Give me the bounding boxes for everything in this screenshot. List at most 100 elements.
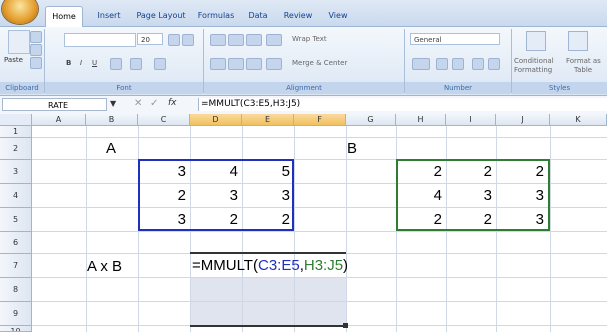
underline-icon[interactable]: U <box>92 57 97 69</box>
tab-page-layout[interactable]: Page Layout <box>132 6 190 26</box>
select-all-corner[interactable] <box>0 114 32 126</box>
italic-icon[interactable]: I <box>80 57 82 69</box>
comma-icon[interactable] <box>452 58 464 70</box>
row-header-1[interactable]: 1 <box>0 126 32 138</box>
formula-text-suffix: ) <box>343 257 349 274</box>
row-header-6[interactable]: 6 <box>0 232 32 254</box>
cell-e5[interactable]: 2 <box>242 211 290 228</box>
cancel-icon[interactable]: ✕ <box>134 98 142 109</box>
cell-d4[interactable]: 3 <box>190 187 238 204</box>
cell-c5[interactable]: 3 <box>138 211 186 228</box>
gridline <box>32 301 607 302</box>
align-top-icon[interactable] <box>210 34 226 46</box>
column-header-h[interactable]: H <box>396 114 446 126</box>
tab-view[interactable]: View <box>322 6 354 26</box>
column-header-d[interactable]: D <box>190 114 242 126</box>
cell-h3[interactable]: 2 <box>396 163 442 180</box>
shrink-font-icon[interactable] <box>182 34 194 46</box>
format-as-table-icon[interactable] <box>568 31 588 51</box>
name-box-dropdown-icon[interactable]: ▼ <box>110 99 116 108</box>
cell-i5[interactable]: 2 <box>446 211 492 228</box>
cell-h5[interactable]: 2 <box>396 211 442 228</box>
conditional-formatting-subtext[interactable]: Formatting <box>514 64 552 76</box>
row-header-4[interactable]: 4 <box>0 184 32 208</box>
cell-h4[interactable]: 4 <box>396 187 442 204</box>
column-header-f[interactable]: F <box>294 114 346 126</box>
paste-icon[interactable] <box>8 30 30 54</box>
cell-e3[interactable]: 5 <box>242 163 290 180</box>
paste-button[interactable]: Paste <box>4 54 23 66</box>
conditional-formatting-icon[interactable] <box>526 31 546 51</box>
column-header-k[interactable]: K <box>550 114 607 126</box>
clipboard-group-label: Clipboard <box>0 82 44 94</box>
align-bottom-icon[interactable] <box>246 34 262 46</box>
row-header-9[interactable]: 9 <box>0 302 32 326</box>
align-right-icon[interactable] <box>246 58 262 70</box>
formula-text-prefix: =MMULT( <box>192 257 258 274</box>
cell-c4[interactable]: 2 <box>138 187 186 204</box>
align-left-icon[interactable] <box>210 58 226 70</box>
formula-ref-c3-e5: C3:E5 <box>257 257 300 274</box>
fill-color-icon[interactable] <box>130 58 142 70</box>
align-center-icon[interactable] <box>228 58 244 70</box>
percent-icon[interactable] <box>436 58 448 70</box>
insert-function-icon[interactable]: fx <box>168 98 177 108</box>
row-header-5[interactable]: 5 <box>0 208 32 232</box>
formula-input[interactable]: =MMULT(C3:E5,H3:J5) <box>198 98 607 111</box>
font-size-box[interactable]: 20 <box>137 33 163 45</box>
column-header-i[interactable]: I <box>446 114 496 126</box>
cell-d5[interactable]: 2 <box>190 211 238 228</box>
tab-review[interactable]: Review <box>278 6 318 26</box>
enter-icon[interactable]: ✓ <box>150 98 158 109</box>
number-format-box[interactable]: General <box>410 33 500 45</box>
cell-j4[interactable]: 3 <box>496 187 544 204</box>
cell-i3[interactable]: 2 <box>446 163 492 180</box>
copy-icon[interactable] <box>30 44 42 56</box>
column-header-b[interactable]: B <box>86 114 138 126</box>
increase-decimal-icon[interactable] <box>472 58 484 70</box>
currency-icon[interactable] <box>412 58 430 70</box>
row-header-7[interactable]: 7 <box>0 254 32 278</box>
cell-d3[interactable]: 4 <box>190 163 238 180</box>
grow-font-icon[interactable] <box>168 34 180 46</box>
tab-insert[interactable]: Insert <box>90 6 128 26</box>
orientation-icon[interactable] <box>266 34 282 46</box>
bold-icon[interactable]: B <box>66 57 71 69</box>
borders-icon[interactable] <box>110 58 122 70</box>
column-header-j[interactable]: J <box>496 114 550 126</box>
gridline <box>32 231 607 232</box>
align-middle-icon[interactable] <box>228 34 244 46</box>
column-header-e[interactable]: E <box>242 114 294 126</box>
format-as-table-subtext[interactable]: Table <box>574 64 592 76</box>
column-header-c[interactable]: C <box>138 114 190 126</box>
fill-handle[interactable] <box>343 323 348 328</box>
font-name-box[interactable] <box>64 33 136 47</box>
indent-icon[interactable] <box>266 58 282 70</box>
cell-j5[interactable]: 3 <box>496 211 544 228</box>
merge-center-button[interactable]: Merge & Center <box>292 57 347 69</box>
gridline <box>32 277 607 278</box>
row-header-8[interactable]: 8 <box>0 278 32 302</box>
font-color-icon[interactable] <box>154 58 166 70</box>
wrap-text-button[interactable]: Wrap Text <box>292 33 327 45</box>
cell-c3[interactable]: 3 <box>138 163 186 180</box>
row-header-10[interactable]: 10 <box>0 326 32 332</box>
tab-formulas[interactable]: Formulas <box>194 6 238 26</box>
tab-home[interactable]: Home <box>45 6 83 27</box>
label-a-times-b: A x B <box>87 258 123 275</box>
tab-data[interactable]: Data <box>242 6 274 26</box>
column-header-a[interactable]: A <box>32 114 86 126</box>
cell-i4[interactable]: 3 <box>446 187 492 204</box>
name-box[interactable]: RATE <box>2 98 107 111</box>
cell-j3[interactable]: 2 <box>496 163 544 180</box>
row-header-3[interactable]: 3 <box>0 160 32 184</box>
font-group-label: Font <box>45 82 203 94</box>
column-header-g[interactable]: G <box>346 114 396 126</box>
cell-e4[interactable]: 3 <box>242 187 290 204</box>
decrease-decimal-icon[interactable] <box>488 58 500 70</box>
office-button[interactable] <box>2 0 38 24</box>
cell-d7-formula[interactable]: =MMULT(C3:E5,H3:J5) <box>192 257 348 274</box>
format-painter-icon[interactable] <box>30 57 42 69</box>
cut-icon[interactable] <box>30 31 42 43</box>
row-header-2[interactable]: 2 <box>0 138 32 160</box>
